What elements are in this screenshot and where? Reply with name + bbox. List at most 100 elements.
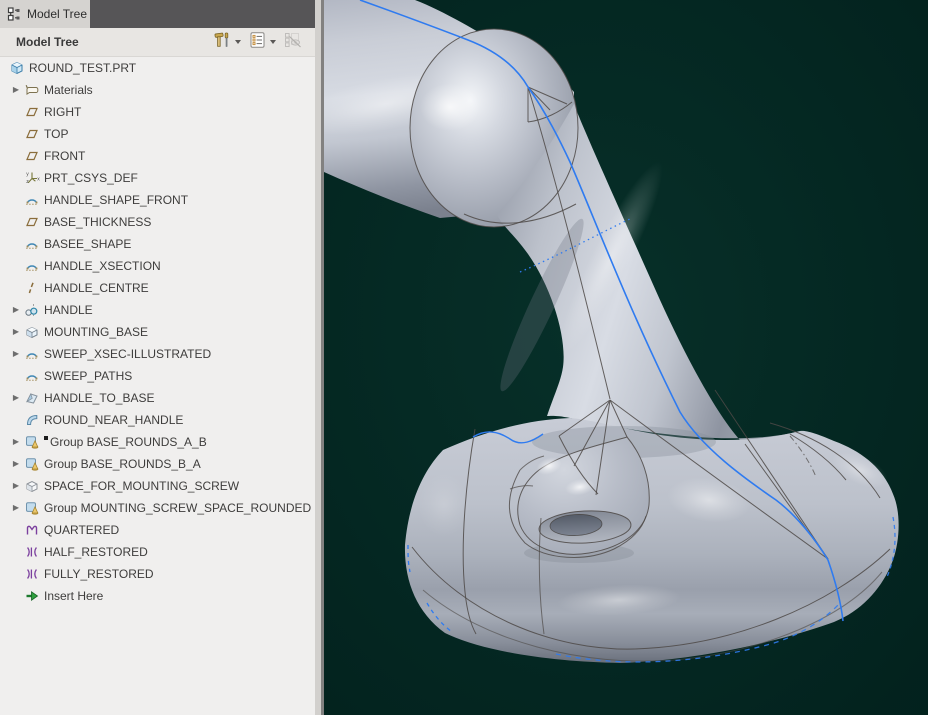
expand-arrow-icon[interactable]: ▶ bbox=[9, 475, 23, 497]
sketch-icon bbox=[23, 236, 40, 253]
expand-arrow-icon[interactable]: ▶ bbox=[9, 79, 23, 101]
group-icon bbox=[23, 500, 40, 517]
tree-item-label: Group BASE_ROUNDS_A_B bbox=[50, 435, 207, 449]
sketch-icon bbox=[23, 192, 40, 209]
model-tree-toolbar bbox=[210, 29, 305, 56]
sphere-specular bbox=[420, 83, 480, 131]
tree-item-label: ROUND_NEAR_HANDLE bbox=[44, 413, 183, 427]
tree-item-sweep-xsec-illustrated[interactable]: ▶ SWEEP_XSEC-ILLUSTRATED bbox=[0, 343, 315, 365]
tree-item-insert-here[interactable]: Insert Here bbox=[0, 585, 315, 607]
tree-item-label: TOP bbox=[44, 127, 68, 141]
expand-arrow-icon[interactable]: ▶ bbox=[9, 387, 23, 409]
tree-item-handle-to-base[interactable]: ▶ HANDLE_TO_BASE bbox=[0, 387, 315, 409]
tree-item-right[interactable]: RIGHT bbox=[0, 101, 315, 123]
expand-arrow-icon[interactable]: ▶ bbox=[9, 299, 23, 321]
tree-item-space-for-mounting-screw[interactable]: ▶ SPACE_FOR_MOUNTING_SCREW bbox=[0, 475, 315, 497]
part-icon bbox=[8, 60, 25, 77]
sketch-icon bbox=[23, 258, 40, 275]
annotation-marker bbox=[44, 436, 48, 440]
tree-item-label: QUARTERED bbox=[44, 523, 119, 537]
expand-arrow-icon[interactable]: ▶ bbox=[9, 497, 23, 519]
tree-item-group-mounting-screw-space-rounded[interactable]: ▶ Group MOUNTING_SCREW_SPACE_ROUNDED bbox=[0, 497, 315, 519]
tree-item-sweep-paths[interactable]: SWEEP_PATHS bbox=[0, 365, 315, 387]
tree-item-half-restored[interactable]: HALF_RESTORED bbox=[0, 541, 315, 563]
sketch-icon bbox=[23, 368, 40, 385]
tree-settings-button[interactable] bbox=[210, 29, 243, 56]
extrude-icon bbox=[23, 324, 40, 341]
tree-item-round-near-handle[interactable]: ROUND_NEAR_HANDLE bbox=[0, 409, 315, 431]
round-icon bbox=[23, 412, 40, 429]
materials-icon bbox=[23, 82, 40, 99]
panel-title: Model Tree bbox=[16, 35, 79, 49]
tree-item-label: SPACE_FOR_MOUNTING_SCREW bbox=[44, 479, 239, 493]
tree-item-label: Insert Here bbox=[44, 589, 103, 603]
plane-icon bbox=[23, 126, 40, 143]
sweep-icon bbox=[23, 302, 40, 319]
tree-item-label: SWEEP_XSEC-ILLUSTRATED bbox=[44, 347, 211, 361]
tree-item-handle-xsection[interactable]: HANDLE_XSECTION bbox=[0, 255, 315, 277]
hide-icon bbox=[283, 31, 303, 54]
3d-model-round-test[interactable] bbox=[324, 0, 928, 715]
base-left-sheen bbox=[418, 473, 470, 537]
tree-item-top[interactable]: TOP bbox=[0, 123, 315, 145]
tree-item-label: HANDLE_CENTRE bbox=[44, 281, 149, 295]
model-tree-icon bbox=[7, 7, 21, 21]
expand-arrow-icon[interactable]: ▶ bbox=[9, 343, 23, 365]
3d-viewport[interactable] bbox=[324, 0, 928, 715]
tree-item-handle-centre[interactable]: HANDLE_CENTRE bbox=[0, 277, 315, 299]
display-icon bbox=[248, 31, 267, 54]
tree-item-label: BASEE_SHAPE bbox=[44, 237, 131, 251]
blend-icon bbox=[23, 390, 40, 407]
extrude_cut-icon bbox=[23, 478, 40, 495]
tree-item-round-test-prt[interactable]: ROUND_TEST.PRT bbox=[0, 57, 315, 79]
tree-display-options-button[interactable] bbox=[246, 29, 278, 56]
tree-item-label: HANDLE bbox=[44, 303, 93, 317]
tab-model-tree[interactable]: Model Tree bbox=[0, 0, 90, 28]
tree-item-materials[interactable]: ▶ Materials bbox=[0, 79, 315, 101]
tree-item-label: Materials bbox=[44, 83, 93, 97]
restore-icon bbox=[23, 544, 40, 561]
tree-item-label: RIGHT bbox=[44, 105, 81, 119]
plane-icon bbox=[23, 104, 40, 121]
model-tree-panel: Model Tree Model Tree bbox=[0, 0, 324, 715]
dropdown-arrow-icon[interactable] bbox=[270, 40, 276, 44]
model-tree: ROUND_TEST.PRT ▶ Materials RIGHT TOP FRONT y… bbox=[0, 57, 315, 715]
dropdown-arrow-icon[interactable] bbox=[235, 40, 241, 44]
tools-icon bbox=[212, 31, 232, 54]
tree-item-label: FRONT bbox=[44, 149, 85, 163]
tab-label: Model Tree bbox=[27, 7, 87, 21]
tree-item-label: SWEEP_PATHS bbox=[44, 369, 132, 383]
tree-item-label: ROUND_TEST.PRT bbox=[29, 61, 136, 75]
sketch-icon bbox=[23, 346, 40, 363]
tree-item-quartered[interactable]: QUARTERED bbox=[0, 519, 315, 541]
tree-item-group-base-rounds-a-b[interactable]: ▶ Group BASE_ROUNDS_A_B bbox=[0, 431, 315, 453]
tree-item-label: Group BASE_ROUNDS_B_A bbox=[44, 457, 201, 471]
expand-arrow-icon[interactable]: ▶ bbox=[9, 453, 23, 475]
tree-item-handle[interactable]: ▶ HANDLE bbox=[0, 299, 315, 321]
tree-item-prt-csys-def[interactable]: y z xPRT_CSYS_DEF bbox=[0, 167, 315, 189]
tree-item-label: Group MOUNTING_SCREW_SPACE_ROUNDED bbox=[44, 501, 311, 515]
expand-arrow-icon[interactable]: ▶ bbox=[9, 321, 23, 343]
svg-text:y: y bbox=[26, 172, 29, 178]
expand-arrow-icon[interactable]: ▶ bbox=[9, 431, 23, 453]
tree-item-fully-restored[interactable]: FULLY_RESTORED bbox=[0, 563, 315, 585]
tree-item-group-base-rounds-b-a[interactable]: ▶ Group BASE_ROUNDS_B_A bbox=[0, 453, 315, 475]
curve-icon bbox=[23, 280, 40, 297]
tree-item-mounting-base[interactable]: ▶ MOUNTING_BASE bbox=[0, 321, 315, 343]
creo-window: Model Tree Model Tree bbox=[0, 0, 928, 715]
plane-icon bbox=[23, 148, 40, 165]
group-icon bbox=[23, 434, 40, 451]
tree-item-label: HANDLE_TO_BASE bbox=[44, 391, 155, 405]
tree-item-label: BASE_THICKNESS bbox=[44, 215, 151, 229]
tree-item-label: MOUNTING_BASE bbox=[44, 325, 148, 339]
group-icon bbox=[23, 456, 40, 473]
restore-icon bbox=[23, 566, 40, 583]
tree-item-front[interactable]: FRONT bbox=[0, 145, 315, 167]
tree-item-label: HANDLE_SHAPE_FRONT bbox=[44, 193, 188, 207]
tree-show-hide-button bbox=[281, 29, 305, 56]
tree-item-handle-shape-front[interactable]: HANDLE_SHAPE_FRONT bbox=[0, 189, 315, 211]
tree-item-label: HALF_RESTORED bbox=[44, 545, 148, 559]
tree-item-basee-shape[interactable]: BASEE_SHAPE bbox=[0, 233, 315, 255]
tree-item-base-thickness[interactable]: BASE_THICKNESS bbox=[0, 211, 315, 233]
tree-item-label: FULLY_RESTORED bbox=[44, 567, 154, 581]
